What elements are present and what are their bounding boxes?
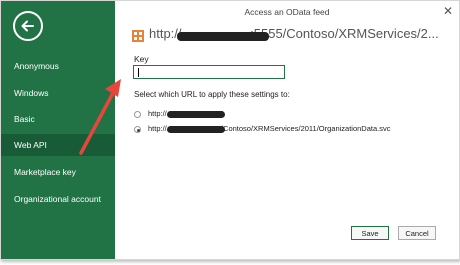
save-button[interactable]: Save [351,226,389,240]
sidebar-item-organizational-account[interactable]: Organizational account [1,188,115,210]
close-icon[interactable]: ✕ [443,4,453,18]
url-scope-label: Select which URL to apply these settings… [134,90,290,99]
key-label: Key [134,54,149,64]
dialog-window: Anonymous Windows Basic Web API Marketpl… [0,0,460,260]
sidebar-item-basic[interactable]: Basic [1,108,115,130]
sidebar-item-windows[interactable]: Windows [1,82,115,104]
key-input[interactable] [133,65,285,79]
odata-feed-icon [132,30,144,42]
sidebar-item-marketplace-key[interactable]: Marketplace key [1,161,115,183]
sidebar-item-anonymous[interactable]: Anonymous [1,55,115,77]
cancel-button[interactable]: Cancel [398,226,436,240]
text-caret [138,68,139,77]
back-arrow-icon [21,20,34,32]
main-panel: Access an OData feed ✕ http:// :5555/Con… [115,1,459,259]
sidebar-item-web-api[interactable]: Web API [1,134,115,156]
radio-checked[interactable] [134,126,141,133]
redaction-mark [177,32,269,41]
auth-sidebar: Anonymous Windows Basic Web API Marketpl… [1,1,115,259]
radio-unchecked[interactable] [134,111,141,118]
back-button[interactable] [13,11,43,41]
dialog-title: Access an OData feed [244,7,330,17]
redaction-mark [167,126,225,133]
redaction-mark [167,111,225,118]
